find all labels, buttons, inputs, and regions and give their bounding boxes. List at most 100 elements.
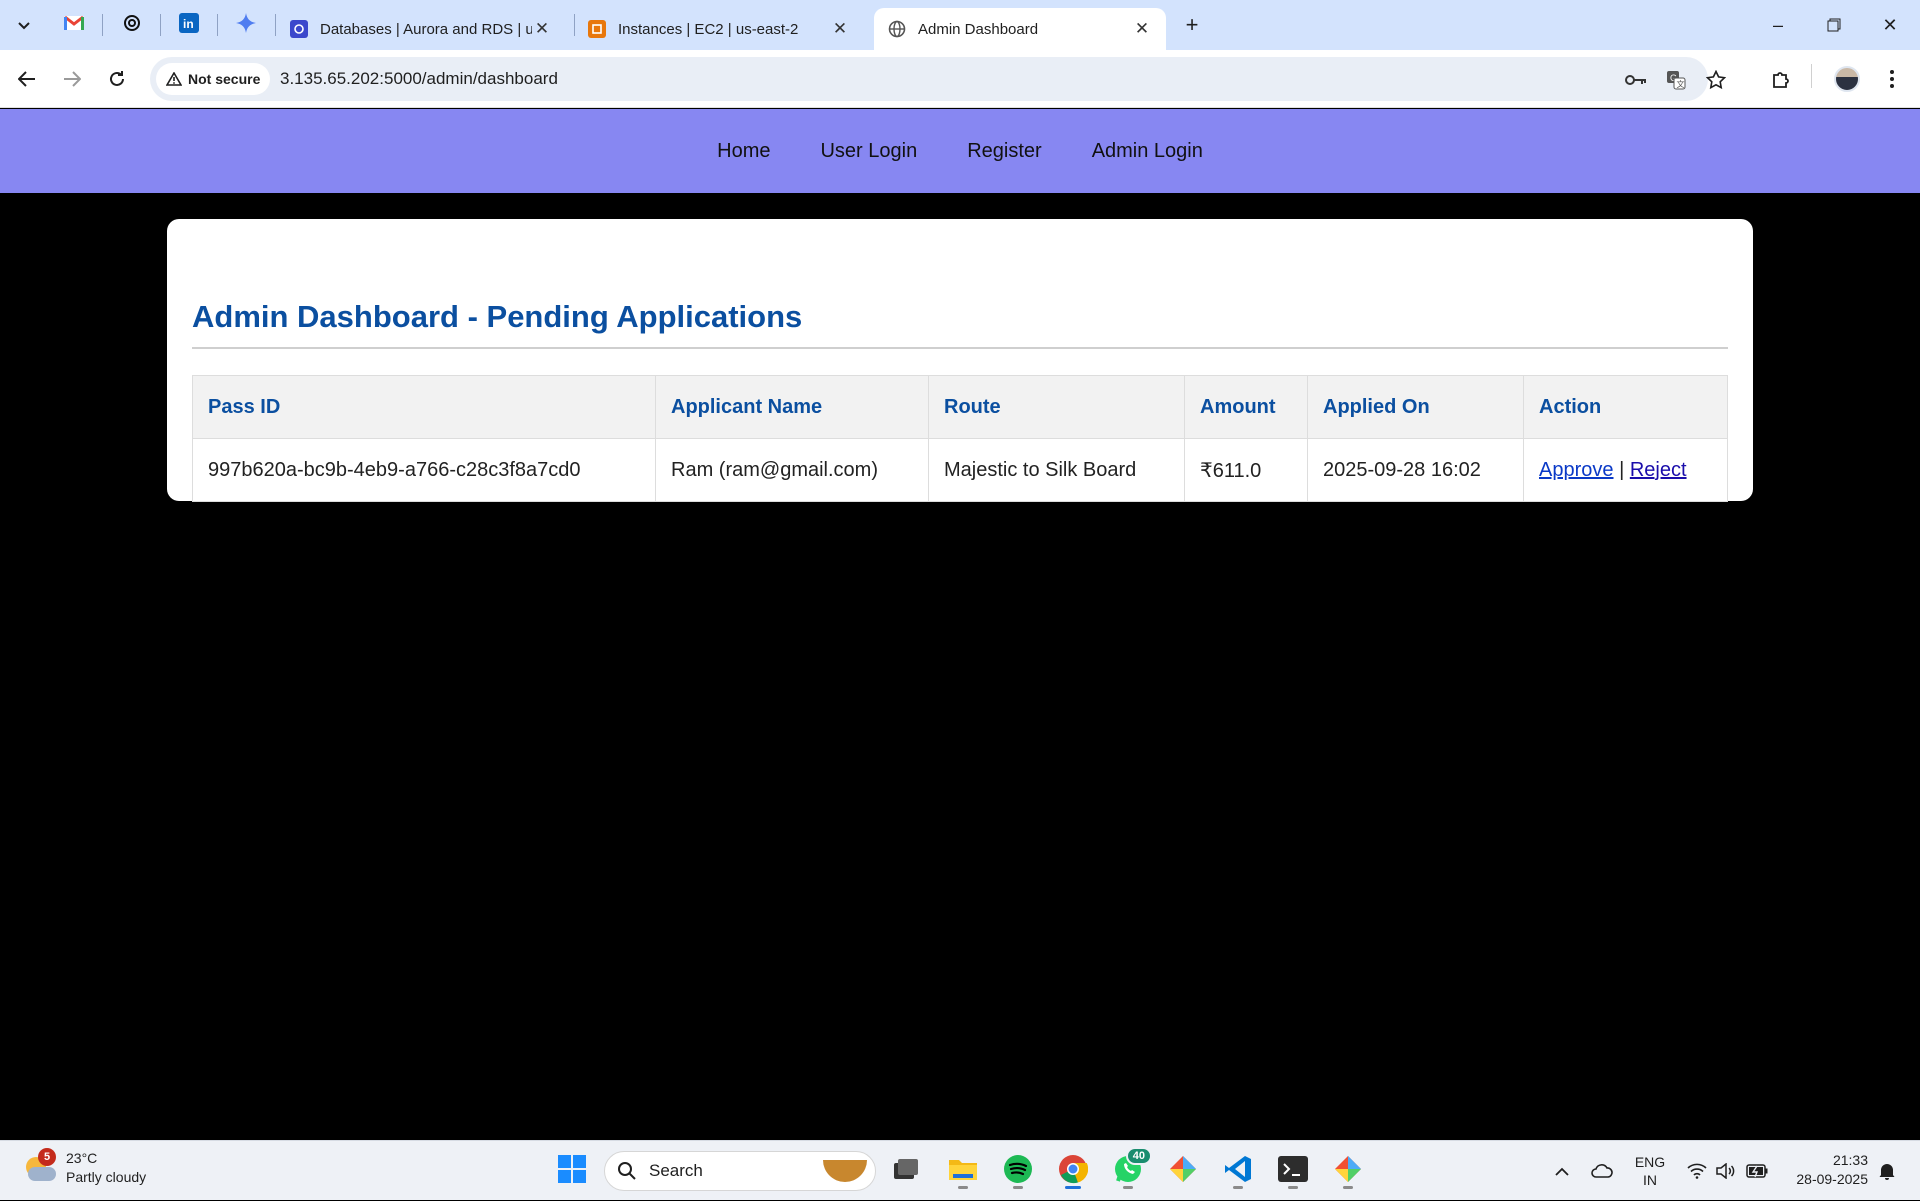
task-view-button[interactable]: [886, 1151, 926, 1191]
column-header-amount: Amount: [1184, 375, 1308, 439]
security-chip[interactable]: Not secure: [156, 63, 271, 95]
close-icon[interactable]: ✕: [532, 19, 552, 39]
svg-text:文: 文: [1677, 79, 1685, 89]
cell-pass-id: 997b620a-bc9b-4eb9-a766-c28c3f8a7cd0: [192, 438, 656, 502]
volume-icon[interactable]: [1713, 1141, 1739, 1201]
show-hidden-icons-chevron-up-icon[interactable]: [1548, 1141, 1576, 1201]
page-body: Admin Dashboard - Pending Applications P…: [0, 193, 1920, 1140]
start-button[interactable]: [552, 1151, 592, 1191]
profile-avatar[interactable]: [1831, 63, 1863, 95]
page-title: Admin Dashboard - Pending Applications: [192, 299, 803, 334]
browser-tab-strip: in Databases | Aurora and RDS | us-east-…: [0, 0, 1920, 50]
warning-triangle-icon: [166, 72, 182, 86]
translate-icon[interactable]: G文: [1665, 69, 1687, 91]
region-code: IN: [1643, 1172, 1657, 1188]
pinned-tab-chatgpt[interactable]: [112, 9, 152, 41]
system-clock[interactable]: 21:33 28-09-2025: [1782, 1151, 1868, 1189]
search-label: Search: [649, 1161, 703, 1180]
approve-link[interactable]: Approve: [1539, 459, 1614, 481]
nav-user-login-link[interactable]: User Login: [795, 140, 942, 163]
reject-link[interactable]: Reject: [1630, 459, 1687, 481]
file-explorer-button[interactable]: [943, 1151, 983, 1191]
whatsapp-unread-badge: 40: [1125, 1147, 1152, 1165]
pinned-tab-gemini[interactable]: [226, 9, 266, 41]
nav-register-link[interactable]: Register: [942, 140, 1066, 163]
temperature: 23°C: [66, 1150, 98, 1166]
spotify-button[interactable]: [998, 1151, 1038, 1191]
back-arrow-icon[interactable]: [11, 63, 43, 95]
cell-applicant: Ram (ram@gmail.com): [655, 438, 929, 502]
cell-applied-on: 2025-09-28 16:02: [1307, 438, 1524, 502]
nav-home-link[interactable]: Home: [692, 140, 795, 163]
folder-icon: [948, 1157, 978, 1186]
openai-icon: [122, 13, 142, 38]
running-indicator: [1288, 1186, 1298, 1189]
language-indicator[interactable]: ENG IN: [1628, 1141, 1672, 1201]
gmail-icon: [64, 15, 84, 36]
svg-text:in: in: [183, 17, 194, 31]
pinned-tab-gmail[interactable]: [54, 9, 94, 41]
extensions-puzzle-icon[interactable]: [1765, 63, 1797, 95]
aws-ec2-icon: [588, 20, 606, 38]
terminal-button[interactable]: [1273, 1151, 1313, 1191]
address-bar[interactable]: Not secure 3.135.65.202:5000/admin/dashb…: [150, 57, 1726, 101]
git-diamond-icon: [1168, 1154, 1198, 1189]
toolbar-divider: [1811, 64, 1812, 88]
onedrive-cloud-icon[interactable]: [1588, 1141, 1616, 1201]
partly-cloudy-icon: 5: [22, 1148, 56, 1185]
title-divider: [192, 347, 1728, 349]
site-navbar: Home User Login Register Admin Login: [0, 109, 1920, 193]
minimize-icon[interactable]: –: [1755, 10, 1801, 40]
tab-title: Admin Dashboard: [918, 20, 1039, 38]
spotify-icon: [1003, 1154, 1033, 1189]
window-close-icon[interactable]: ✕: [1867, 10, 1913, 40]
pinned-tab-linkedin[interactable]: in: [169, 9, 209, 41]
tab-divider: [217, 14, 218, 36]
new-tab-plus-icon[interactable]: +: [1178, 12, 1206, 40]
gemini-sparkle-icon: [236, 12, 256, 38]
weather-widget[interactable]: 5 23°C Partly cloudy: [22, 1148, 146, 1187]
forward-arrow-icon[interactable]: [56, 63, 88, 95]
chrome-button[interactable]: [1053, 1151, 1093, 1191]
password-key-icon[interactable]: [1625, 69, 1647, 91]
chrome-icon: [1058, 1154, 1089, 1189]
whatsapp-button[interactable]: 40: [1108, 1147, 1152, 1191]
tab-ec2[interactable]: Instances | EC2 | us-east-2 ✕: [574, 8, 864, 50]
cell-amount: ₹611.0: [1184, 438, 1308, 502]
notification-bell-icon[interactable]: [1872, 1141, 1902, 1201]
more-menu-icon[interactable]: [1876, 63, 1908, 95]
table-header-row: Pass ID Applicant Name Route Amount Appl…: [192, 375, 1728, 439]
vscode-button[interactable]: [1218, 1151, 1258, 1191]
cell-route: Majestic to Silk Board: [928, 438, 1185, 502]
column-header-applicant: Applicant Name: [655, 375, 929, 439]
bookmark-star-icon[interactable]: [1705, 69, 1727, 91]
active-indicator: [1065, 1186, 1081, 1189]
tab-divider: [102, 14, 103, 36]
reload-icon[interactable]: [101, 63, 133, 95]
running-indicator: [1343, 1186, 1353, 1189]
git-app-button-2[interactable]: [1328, 1151, 1368, 1191]
column-header-pass-id: Pass ID: [192, 375, 656, 439]
nav-admin-login-link[interactable]: Admin Login: [1067, 140, 1228, 163]
clock-date: 28-09-2025: [1796, 1171, 1868, 1187]
url-text[interactable]: 3.135.65.202:5000/admin/dashboard: [280, 69, 558, 89]
battery-charging-icon[interactable]: [1744, 1141, 1770, 1201]
avatar: [1834, 66, 1860, 92]
close-icon[interactable]: ✕: [1132, 19, 1152, 39]
running-indicator: [1233, 1186, 1243, 1189]
close-icon[interactable]: ✕: [830, 19, 850, 39]
chevron-down-icon: [18, 18, 30, 33]
tab-rds[interactable]: Databases | Aurora and RDS | us-east-2 ✕: [276, 8, 566, 50]
tab-search-button[interactable]: [10, 12, 38, 38]
tab-admin-dashboard[interactable]: Admin Dashboard ✕: [874, 8, 1166, 50]
restore-icon[interactable]: [1811, 10, 1857, 40]
wifi-icon[interactable]: [1684, 1141, 1710, 1201]
git-app-button[interactable]: [1163, 1151, 1203, 1191]
taskbar-search-box[interactable]: Search: [604, 1151, 876, 1191]
column-header-applied-on: Applied On: [1307, 375, 1524, 439]
tab-divider: [160, 14, 161, 36]
running-indicator: [958, 1186, 968, 1189]
dashboard-card: Admin Dashboard - Pending Applications P…: [167, 219, 1753, 502]
column-header-route: Route: [928, 375, 1185, 439]
task-view-icon: [893, 1158, 919, 1185]
